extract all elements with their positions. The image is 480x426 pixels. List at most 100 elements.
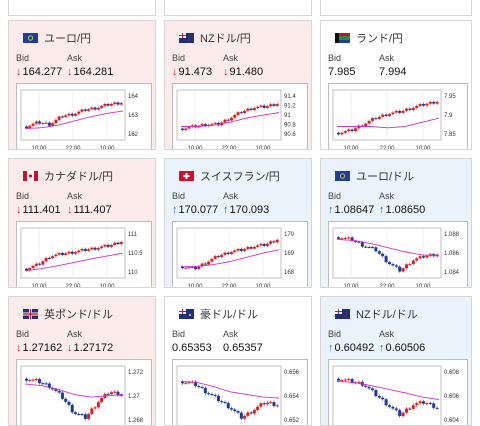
candle-body xyxy=(226,252,230,254)
candle-body xyxy=(425,103,429,106)
pair-name[interactable]: NZドル/ドル xyxy=(356,309,418,321)
pair-name[interactable]: NZドル/円 xyxy=(200,33,251,45)
rate-card-gbpusd[interactable]: 英ポンド/ドル Bid Ask ↓1.27162 ↓1.27172 1.272 1.27 1.… xyxy=(8,296,156,426)
candle-body xyxy=(233,114,237,118)
candle-body xyxy=(184,382,188,384)
pair-title[interactable]: NZドル/ドル xyxy=(335,306,418,322)
candle-body xyxy=(374,390,378,397)
x-tick-label: 10:00 xyxy=(31,146,47,150)
pair-name[interactable]: ユーロ/円 xyxy=(44,33,91,45)
eu-flag-icon xyxy=(23,33,38,43)
ask-value-text: 1.27172 xyxy=(73,342,114,354)
candle-body xyxy=(96,402,100,408)
nz-flag-icon xyxy=(179,33,194,43)
candle-body xyxy=(384,399,388,406)
candle-body xyxy=(57,116,61,120)
candle-body xyxy=(25,378,28,381)
y-tick-label: 0.608 xyxy=(444,370,460,376)
candle-body xyxy=(230,408,233,410)
ask-value-text: 170.093 xyxy=(229,204,270,216)
pair-name[interactable]: スイスフラン/円 xyxy=(200,171,280,183)
x-tick-label: 10:00 xyxy=(343,146,359,150)
pair-title[interactable]: 豪ドル/ドル xyxy=(179,306,258,322)
rate-card-eurjpy[interactable]: ユーロ/円 Bid Ask ↓164.277 ↓164.281 164 163 162 10:0… xyxy=(8,20,156,150)
candle-body xyxy=(28,125,32,129)
candle-body xyxy=(60,392,64,399)
candle-body xyxy=(408,108,412,110)
pair-name[interactable]: カナダドル/円 xyxy=(44,171,113,183)
pair-title[interactable]: NZドル/円 xyxy=(179,30,251,46)
partial-card-top-middle xyxy=(164,0,312,16)
candle-body xyxy=(239,412,243,419)
pair-title[interactable]: ユーロ/円 xyxy=(23,30,91,46)
candle-body xyxy=(210,258,214,262)
rate-card-zarjpy[interactable]: ランド/円 Bid Ask 7.985 7.994 7.95 7.9 7.85 10:00 22:… xyxy=(320,20,472,150)
ask-value: ↑0.60506 xyxy=(379,342,425,354)
price-chart[interactable]: 1.088 1.086 1.084 10:00 22:00 10:00 xyxy=(328,221,468,288)
price-chart[interactable]: 1.272 1.27 1.268 xyxy=(16,359,152,425)
pair-name[interactable]: ユーロ/ドル xyxy=(356,171,414,183)
rate-card-audusd[interactable]: 豪ドル/ドル Bid Ask 0.65353 0.65357 0.656 0.654 0.65… xyxy=(164,296,312,426)
y-tick-label: 91.4 xyxy=(284,94,296,100)
candle-body xyxy=(269,402,273,404)
ask-value: ↑1.08650 xyxy=(379,204,425,216)
candle-body xyxy=(38,263,42,265)
y-tick-label: 7.85 xyxy=(444,132,456,138)
candle-body xyxy=(74,412,77,414)
pair-name[interactable]: 英ポンド/ドル xyxy=(44,309,113,321)
candle-body xyxy=(77,111,81,114)
y-tick-label: 110.5 xyxy=(128,251,143,257)
rate-card-eurusd[interactable]: ユーロ/ドル Bid Ask ↑1.08647 ↑1.08650 1.088 1.086 1.… xyxy=(320,158,472,288)
pair-title[interactable]: 英ポンド/ドル xyxy=(23,306,113,322)
arrow-up-icon: ↑ xyxy=(379,204,385,216)
candle-body xyxy=(239,248,243,251)
price-chart[interactable]: 91.4 91.2 91 90.8 90.6 10:00 22:00 10:00 xyxy=(172,83,308,149)
candle-body xyxy=(408,263,412,265)
y-tick-label: 111 xyxy=(128,232,138,238)
candle-body xyxy=(425,403,429,405)
eu-us-flag-icon xyxy=(335,171,350,181)
pair-name[interactable]: ランド/円 xyxy=(356,33,403,45)
price-chart[interactable]: 170 169 168 10:00 22:00 10:00 xyxy=(172,221,308,287)
candle-body xyxy=(239,112,243,114)
pair-title[interactable]: ランド/円 xyxy=(335,30,403,46)
x-tick-label: 10:00 xyxy=(415,284,431,288)
price-chart[interactable]: 111 110.5 110 10:00 22:00 10:00 xyxy=(16,221,152,287)
rate-card-chfjpy[interactable]: スイスフラン/円 Bid Ask ↑170.077 ↑170.093 170 169 168 1… xyxy=(164,158,312,288)
bid-value: ↓1.27162 xyxy=(16,342,62,354)
ask-label: Ask xyxy=(223,53,239,63)
price-chart[interactable]: 164 163 162 10:00 22:00 10:00 xyxy=(16,83,152,150)
rate-card-nzdusd[interactable]: NZドル/ドル Bid Ask ↑0.60492 ↑0.60506 0.608 0.606 0… xyxy=(320,296,472,426)
pair-name[interactable]: 豪ドル/ドル xyxy=(200,309,258,321)
candle-body xyxy=(74,252,77,254)
price-chart[interactable]: 7.95 7.9 7.85 10:00 22:00 10:00 xyxy=(328,83,468,150)
candle-body xyxy=(216,395,220,402)
y-tick-label: 90.6 xyxy=(284,132,296,138)
rate-card-cadjpy[interactable]: カナダドル/円 Bid Ask ↓111.401 ↓111.407 111 110.5 110… xyxy=(8,158,156,288)
candle-body xyxy=(243,248,247,251)
ask-label: Ask xyxy=(379,329,395,339)
candle-body xyxy=(44,383,48,385)
candle-body xyxy=(184,128,188,131)
candle-body xyxy=(337,378,340,381)
candle-body xyxy=(51,256,55,259)
candle-body xyxy=(87,109,91,111)
candle-body xyxy=(28,380,32,382)
pair-title[interactable]: スイスフラン/円 xyxy=(179,168,280,184)
candle-body xyxy=(90,408,94,415)
pair-title[interactable]: ユーロ/ドル xyxy=(335,168,414,184)
candle-body xyxy=(44,257,48,262)
candle-body xyxy=(31,123,35,126)
bid-label: Bid xyxy=(172,329,186,339)
price-chart[interactable]: 0.656 0.654 0.652 xyxy=(172,359,308,425)
candle-body xyxy=(243,415,247,419)
candle-body xyxy=(398,410,402,417)
price-chart[interactable]: 0.608 0.606 0.604 xyxy=(328,359,468,425)
ask-value: ↓164.281 xyxy=(67,66,113,78)
y-tick-label: 0.606 xyxy=(444,394,460,400)
candle-body xyxy=(343,379,347,381)
y-tick-label: 1.27 xyxy=(128,394,140,400)
candle-body xyxy=(364,246,368,248)
pair-title[interactable]: カナダドル/円 xyxy=(23,168,113,184)
rate-card-nzdjpy[interactable]: NZドル/円 Bid Ask ↓91.473 ↓91.480 91.4 91.2 91 90.8… xyxy=(164,20,312,150)
